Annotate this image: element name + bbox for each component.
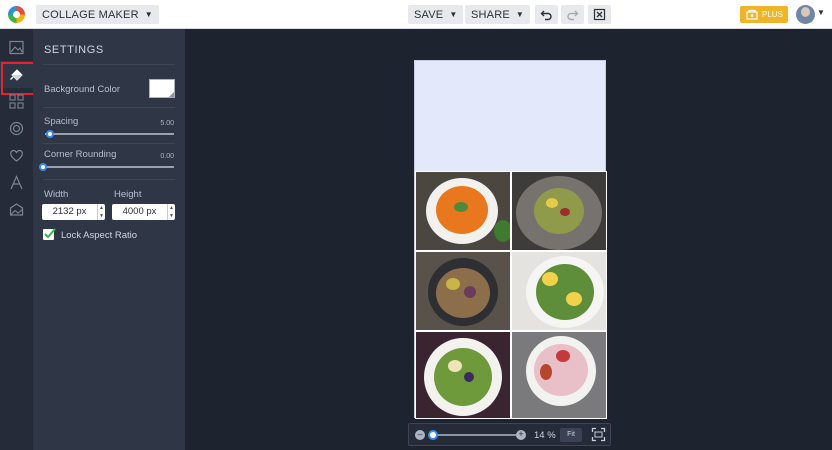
layout-grid-icon (9, 94, 24, 109)
frame-icon (9, 203, 24, 216)
rail-item-layouts[interactable] (0, 88, 33, 115)
rail-item-photos[interactable] (0, 34, 33, 61)
chevron-down-icon: ▼ (449, 10, 458, 19)
zoom-out-button[interactable]: – (415, 430, 425, 440)
spacing-slider[interactable] (45, 133, 174, 135)
share-button[interactable]: SHARE ▼ (465, 5, 531, 24)
height-stepper[interactable]: ▲ ▼ (167, 204, 175, 220)
spacing-value: 5.00 (160, 120, 174, 127)
fit-button[interactable]: Fit (560, 428, 582, 442)
rail-item-background[interactable] (0, 61, 36, 95)
photo-cell-salad-bowl[interactable] (511, 171, 607, 251)
photos-icon (9, 40, 24, 55)
lock-aspect-checkbox[interactable] (43, 228, 56, 240)
corner-rounding-label: Corner Rounding (44, 149, 117, 160)
top-bar: COLLAGE MAKER ▼ SAVE ▼ SHARE ▼ PLUS ▼ (0, 0, 832, 29)
undo-button[interactable] (535, 5, 558, 24)
plus-badge-icon (746, 9, 758, 20)
photo-cell-fruit-salad[interactable] (415, 331, 511, 419)
save-button[interactable]: SAVE ▼ (408, 5, 464, 24)
plus-label: PLUS (762, 10, 783, 19)
collage-canvas[interactable] (414, 60, 607, 419)
text-icon (10, 175, 23, 190)
divider (43, 64, 175, 65)
spacing-slider-handle[interactable] (46, 130, 54, 138)
tool-rail (0, 29, 36, 450)
corner-rounding-slider[interactable] (42, 166, 174, 168)
avatar[interactable] (796, 5, 815, 24)
background-color-label: Background Color (44, 84, 121, 95)
zoom-in-button[interactable]: + (516, 430, 526, 440)
redo-icon (567, 10, 579, 21)
photo-cell-egg-salad[interactable] (511, 251, 607, 331)
redo-button[interactable] (561, 5, 584, 24)
share-label: SHARE (471, 9, 510, 21)
rail-item-frames[interactable] (0, 196, 33, 223)
zoom-percent: 14 % (534, 430, 556, 441)
height-value: 4000 px (122, 206, 157, 217)
paint-bucket-icon (10, 69, 23, 81)
divider (43, 179, 175, 180)
collage-maker-menu[interactable]: COLLAGE MAKER ▼ (36, 5, 159, 24)
zoom-bar: – + 14 % Fit (408, 423, 611, 446)
settings-panel: SETTINGS Background Color Spacing 5.00 C… (33, 29, 185, 450)
height-input[interactable]: 4000 px ▲ ▼ (112, 204, 175, 220)
height-label: Height (114, 189, 142, 200)
chevron-down-icon[interactable]: ▼ (817, 8, 825, 17)
close-icon (593, 8, 606, 21)
rail-item-stickers[interactable] (0, 142, 33, 169)
photo-cell-nut-plate[interactable] (415, 251, 511, 331)
corner-rounding-handle[interactable] (39, 163, 47, 171)
spacing-label: Spacing (44, 116, 79, 127)
divider (43, 143, 175, 144)
plus-upgrade-button[interactable]: PLUS (740, 6, 788, 23)
overlay-icon (9, 121, 24, 136)
photo-cell-pumpkin-soup[interactable] (415, 171, 511, 251)
undo-icon (540, 10, 552, 21)
width-label: Width (44, 189, 69, 200)
photo-cell-smoothie-bowl[interactable] (511, 331, 607, 419)
canvas-area: – + 14 % Fit (185, 29, 832, 450)
chevron-down-icon: ▼ (144, 10, 153, 19)
divider (43, 107, 175, 108)
save-label: SAVE (414, 9, 444, 21)
width-value: 2132 px (52, 206, 87, 217)
rail-item-overlays[interactable] (0, 115, 33, 142)
background-color-swatch[interactable] (149, 79, 175, 98)
heart-icon (10, 149, 23, 162)
zoom-slider-handle[interactable] (428, 430, 438, 440)
width-input[interactable]: 2132 px ▲ ▼ (42, 204, 105, 220)
check-icon (44, 228, 56, 239)
width-stepper[interactable]: ▲ ▼ (97, 204, 105, 220)
app-logo[interactable] (8, 6, 25, 23)
corner-rounding-value: 0.00 (160, 153, 174, 160)
panel-title: SETTINGS (44, 44, 104, 56)
lock-aspect-label[interactable]: Lock Aspect Ratio (61, 230, 137, 241)
rail-item-text[interactable] (0, 169, 33, 196)
close-button[interactable] (588, 5, 611, 24)
collage-maker-label: COLLAGE MAKER (42, 9, 139, 21)
fullscreen-icon[interactable] (591, 427, 606, 442)
chevron-down-icon: ▼ (515, 10, 525, 19)
zoom-slider[interactable] (433, 434, 521, 436)
